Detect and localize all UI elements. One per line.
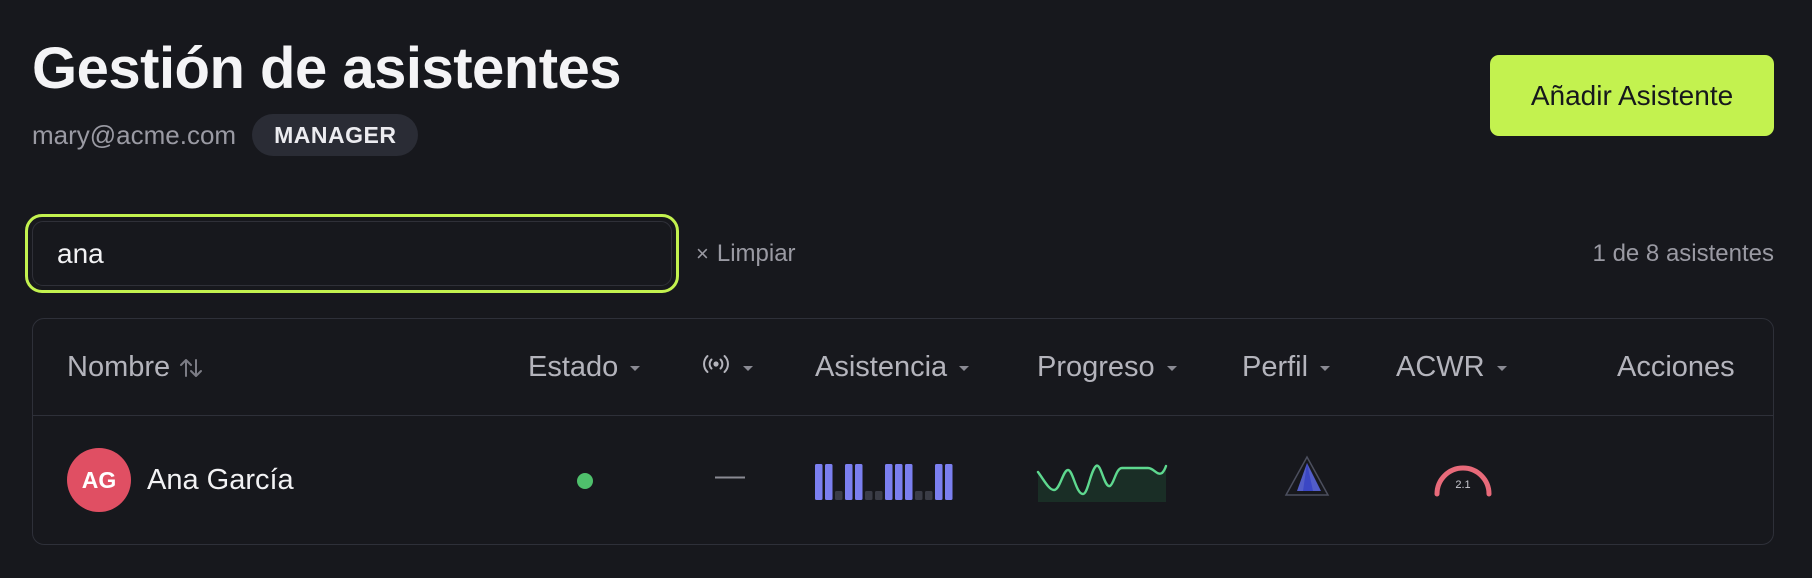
attendance-bar	[915, 491, 923, 500]
chevron-down-icon	[1320, 366, 1331, 371]
attendance-bar	[825, 464, 833, 500]
attendee-name[interactable]: Ana García	[147, 462, 294, 498]
chevron-down-icon	[1496, 366, 1507, 371]
column-header-label: Estado	[528, 351, 619, 383]
column-header-label: Nombre	[67, 351, 171, 383]
attendance-bar	[835, 491, 843, 500]
attendance-bar	[845, 464, 853, 500]
attendance-bar	[945, 464, 953, 500]
progress-sparkline	[1036, 464, 1168, 502]
column-header-estado[interactable]: Estado	[528, 319, 641, 416]
add-attendee-button[interactable]: Añadir Asistente	[1490, 55, 1774, 136]
chevron-down-icon	[630, 366, 641, 371]
attendance-bar	[875, 491, 883, 500]
user-info: mary@acme.com MANAGER	[32, 114, 419, 156]
attendance-bar	[905, 464, 913, 500]
close-icon: ×	[696, 241, 709, 266]
column-header-label: Asistencia	[815, 351, 948, 383]
attendance-bar	[855, 464, 863, 500]
attendees-table: Nombre Estado Asistencia Progreso Perfil…	[32, 318, 1774, 545]
attendance-bar	[925, 491, 933, 500]
column-header-label: Acciones	[1617, 351, 1735, 383]
column-header-label: Progreso	[1037, 351, 1155, 383]
acwr-value: 2.1	[1455, 479, 1470, 491]
status-indicator	[577, 473, 593, 489]
column-header-asistencia[interactable]: Asistencia	[815, 319, 970, 416]
attendance-bar	[815, 464, 823, 500]
attendance-sparkbar	[815, 464, 953, 500]
chevron-down-icon	[743, 366, 753, 371]
role-badge: MANAGER	[252, 114, 419, 156]
page: Gestión de asistentes mary@acme.com MANA…	[0, 0, 1812, 578]
sort-icon	[178, 355, 204, 381]
signal-icon	[701, 351, 731, 384]
chevron-down-icon	[1166, 366, 1177, 371]
table-row[interactable]: AG Ana García — 2.1	[33, 416, 1773, 544]
column-header-label: ACWR	[1396, 351, 1485, 383]
column-header-acwr[interactable]: ACWR	[1396, 319, 1507, 416]
table-header: Nombre Estado Asistencia Progreso Perfil…	[33, 319, 1773, 416]
column-header-signal[interactable]	[701, 319, 753, 416]
column-header-progreso[interactable]: Progreso	[1037, 319, 1177, 416]
chevron-down-icon	[959, 366, 970, 371]
attendance-bar	[885, 464, 893, 500]
attendance-bar	[935, 464, 943, 500]
search-focus-ring	[25, 214, 679, 293]
acwr-gauge: 2.1	[1434, 465, 1492, 497]
clear-search-label: Limpiar	[716, 240, 796, 267]
column-header-nombre[interactable]: Nombre	[67, 319, 204, 416]
user-email: mary@acme.com	[32, 120, 237, 150]
result-count: 1 de 8 asistentes	[1592, 240, 1774, 267]
signal-value: —	[715, 459, 745, 492]
attendance-bar	[895, 464, 903, 500]
column-header-acciones: Acciones	[1617, 319, 1735, 416]
page-title: Gestión de asistentes	[32, 36, 622, 101]
column-header-perfil[interactable]: Perfil	[1242, 319, 1331, 416]
clear-search-button[interactable]: × Limpiar	[696, 236, 796, 272]
column-header-label: Perfil	[1242, 351, 1309, 383]
profile-radar-icon	[1284, 455, 1330, 496]
attendance-bar	[865, 491, 873, 500]
search-input[interactable]	[32, 221, 672, 286]
avatar: AG	[67, 448, 131, 512]
